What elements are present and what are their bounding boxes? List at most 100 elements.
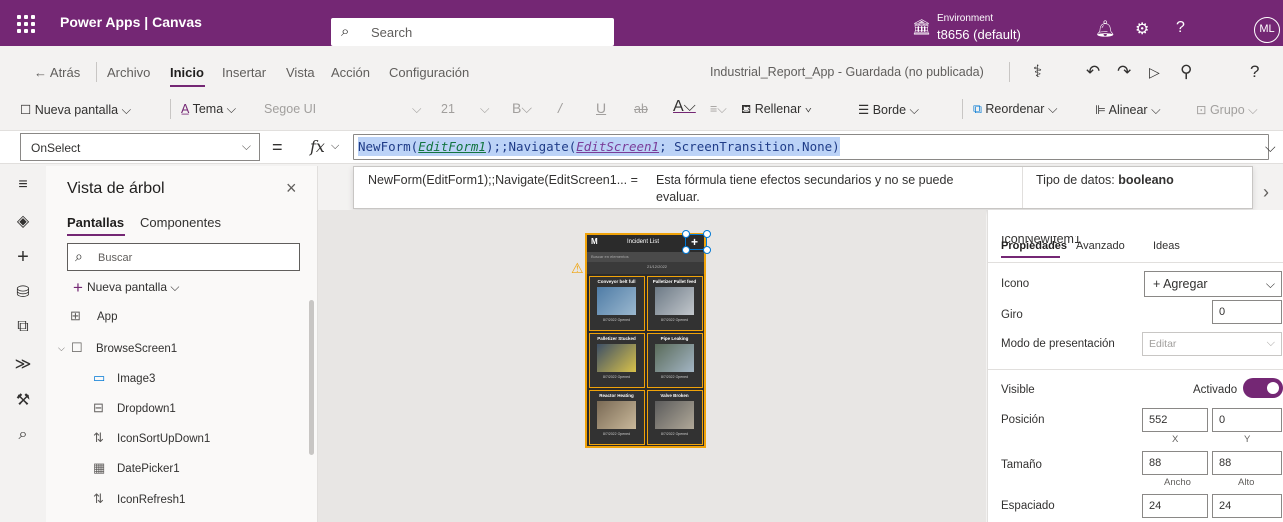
menu-accion[interactable]: Acción — [331, 65, 370, 80]
menu-insertar[interactable]: Insertar — [222, 65, 266, 80]
insert-icon[interactable]: + — [0, 246, 46, 269]
position-y-input[interactable]: 0 — [1212, 408, 1282, 432]
hamburger-icon[interactable]: ≡ — [0, 176, 46, 194]
italic-icon[interactable]: / — [558, 100, 562, 116]
environment-label[interactable]: Environment — [937, 13, 993, 24]
tree-view-icon[interactable]: ◈ — [0, 211, 46, 231]
theme-button[interactable]: A̲ Tema ⌵ — [181, 102, 236, 117]
close-icon[interactable]: × — [286, 178, 297, 199]
menu-archivo[interactable]: Archivo — [107, 65, 150, 80]
group-button[interactable]: ⊡ Grupo ⌵ — [1196, 102, 1258, 118]
font-size-chevron[interactable]: ⌵ — [480, 102, 489, 117]
new-screen-button[interactable]: ☐ Nueva pantalla ⌵ — [20, 102, 131, 118]
width-input[interactable]: 88 — [1142, 451, 1208, 475]
tree-scrollbar[interactable] — [309, 300, 314, 455]
strikethrough-icon[interactable]: ab — [634, 102, 648, 116]
gallery-card[interactable]: Valve Broken 8/7/2022 Opened — [647, 390, 703, 445]
fill-button[interactable]: ⛾ Rellenar ⌵ — [741, 102, 812, 118]
expand-formula-icon[interactable]: ⌵ — [1265, 139, 1276, 156]
position-x-input[interactable]: 552 — [1142, 408, 1208, 432]
chevron-down-icon[interactable]: ⌵ — [331, 140, 339, 153]
tab-properties[interactable]: Propiedades — [1001, 240, 1067, 252]
add-icon[interactable]: + — [691, 235, 698, 249]
media-icon[interactable]: ⧉ — [0, 318, 46, 336]
menu-vista[interactable]: Vista — [286, 65, 315, 80]
help-icon[interactable]: ? — [1176, 19, 1185, 37]
align-button[interactable]: ⊫ Alinear ⌵ — [1095, 102, 1161, 118]
visible-toggle[interactable] — [1243, 378, 1283, 398]
notifications-icon[interactable]: 🔔︎ — [1095, 19, 1115, 39]
font-select-chevron[interactable]: ⌵ — [412, 102, 421, 117]
property-select[interactable]: OnSelect ⌵ — [20, 133, 260, 161]
gallery-card[interactable]: Palletizer Pallet feed 8/7/2022 Opened — [647, 276, 703, 331]
tree-item-browsescreen1[interactable]: ⌵ ☐ BrowseScreen1 — [46, 334, 310, 364]
gallery-card[interactable]: Conveyor belt full 8/7/2022 Opened — [589, 276, 645, 331]
app-preview-screen[interactable]: M Incident List Buscar en elementos 21/1… — [585, 233, 706, 448]
undo-icon[interactable]: ↶ — [1086, 62, 1100, 82]
underline-icon[interactable]: U — [596, 100, 606, 116]
tree-item-dropdown1[interactable]: ⊟ Dropdown1 — [46, 394, 310, 424]
tree-item-iconrefresh1[interactable]: ⇅ IconRefresh1 — [46, 485, 310, 515]
tab-advanced[interactable]: Avanzado — [1076, 240, 1125, 252]
padding-input-2[interactable]: 24 — [1212, 494, 1282, 518]
icon-select[interactable]: + Agregar ⌵ — [1144, 271, 1282, 297]
tab-screens[interactable]: Pantallas — [67, 215, 124, 230]
padding-input-1[interactable]: 24 — [1142, 494, 1208, 518]
tree-item-image3[interactable]: ▭ Image3 — [46, 364, 310, 394]
settings-icon[interactable]: ⚙ — [1135, 19, 1149, 39]
resize-handle[interactable] — [703, 246, 711, 254]
font-size-select[interactable]: 21 — [441, 102, 455, 116]
back-button[interactable]: ← Atrás — [34, 65, 80, 80]
border-label: Borde — [872, 103, 907, 117]
help-icon[interactable]: ? — [1250, 62, 1259, 82]
play-icon[interactable]: ▷ — [1149, 64, 1160, 81]
resize-handle[interactable] — [682, 230, 690, 238]
plus-icon: + — [73, 278, 83, 297]
tree-search-input[interactable]: ⌕ Buscar — [67, 243, 300, 271]
app-title[interactable]: Power Apps | Canvas — [60, 14, 202, 30]
app-launcher-icon[interactable] — [14, 12, 36, 34]
font-color-icon[interactable]: A⌵ — [673, 98, 696, 116]
avatar[interactable]: ML — [1254, 17, 1280, 43]
bold-icon[interactable]: B⌵ — [512, 100, 532, 117]
menu-configuracion[interactable]: Configuración — [389, 65, 469, 80]
chevron-right-icon[interactable]: › — [1263, 182, 1269, 203]
resize-handle[interactable] — [703, 230, 711, 238]
tree-item-datepicker1[interactable]: ▦ DatePicker1 — [46, 454, 310, 484]
power-automate-icon[interactable]: ≫ — [0, 354, 46, 374]
tree-item-iconsortupdown1[interactable]: ⇅ IconSortUpDown1 — [46, 424, 310, 454]
font-select[interactable]: Segoe UI — [264, 102, 316, 116]
preview-title: Incident List — [627, 239, 660, 245]
menu-inicio[interactable]: Inicio — [170, 65, 204, 80]
preview-filter-row[interactable]: 21/12/2022 — [587, 262, 704, 274]
environment-value[interactable]: t8656 (default) — [937, 27, 1021, 42]
warning-icon[interactable]: ⚠ — [571, 260, 584, 277]
tools-icon[interactable]: ⚒ — [0, 390, 46, 410]
tab-ideas[interactable]: Ideas — [1153, 240, 1180, 252]
tooltip-message-2: evaluar. — [656, 190, 700, 204]
text-align-icon[interactable]: ≡⌵ — [710, 102, 727, 117]
card-image — [597, 344, 636, 372]
tree-item-app[interactable]: ⊞ App — [46, 302, 310, 332]
resize-handle[interactable] — [682, 246, 690, 254]
preview-gallery[interactable]: Conveyor belt full 8/7/2022 Opened Palle… — [587, 274, 704, 446]
app-checker-icon[interactable]: ⚕ — [1033, 62, 1042, 82]
redo-icon[interactable]: ↷ — [1117, 62, 1131, 82]
border-button[interactable]: ☰ Borde ⌵ — [858, 102, 919, 118]
global-search-input[interactable]: ⌕ Search — [331, 18, 614, 46]
gallery-card[interactable]: Pipe Leaking 8/7/2022 Opened — [647, 333, 703, 388]
share-icon[interactable]: ⚲ — [1180, 62, 1192, 82]
gallery-card[interactable]: Reactor Heating 8/7/2022 Opened — [589, 390, 645, 445]
gallery-card[interactable]: Palletizer Stucked 8/7/2022 Opened — [589, 333, 645, 388]
height-input[interactable]: 88 — [1212, 451, 1282, 475]
fx-icon[interactable]: fx — [310, 137, 325, 156]
reorder-button[interactable]: ⧉ Reordenar ⌵ — [973, 102, 1057, 117]
display-mode-select[interactable]: Editar ⌵ — [1142, 332, 1282, 356]
data-icon[interactable]: ⛁ — [0, 282, 46, 302]
tab-components[interactable]: Componentes — [140, 215, 221, 230]
new-screen-link[interactable]: + Nueva pantalla ⌵ — [73, 278, 179, 298]
environment-icon[interactable]: 🏛 — [912, 18, 931, 36]
formula-input[interactable]: NewForm(EditForm1);;Navigate(EditScreen1… — [353, 134, 1269, 160]
rotation-input[interactable]: 0 — [1212, 300, 1282, 324]
search-icon[interactable]: ⌕ — [0, 426, 46, 444]
